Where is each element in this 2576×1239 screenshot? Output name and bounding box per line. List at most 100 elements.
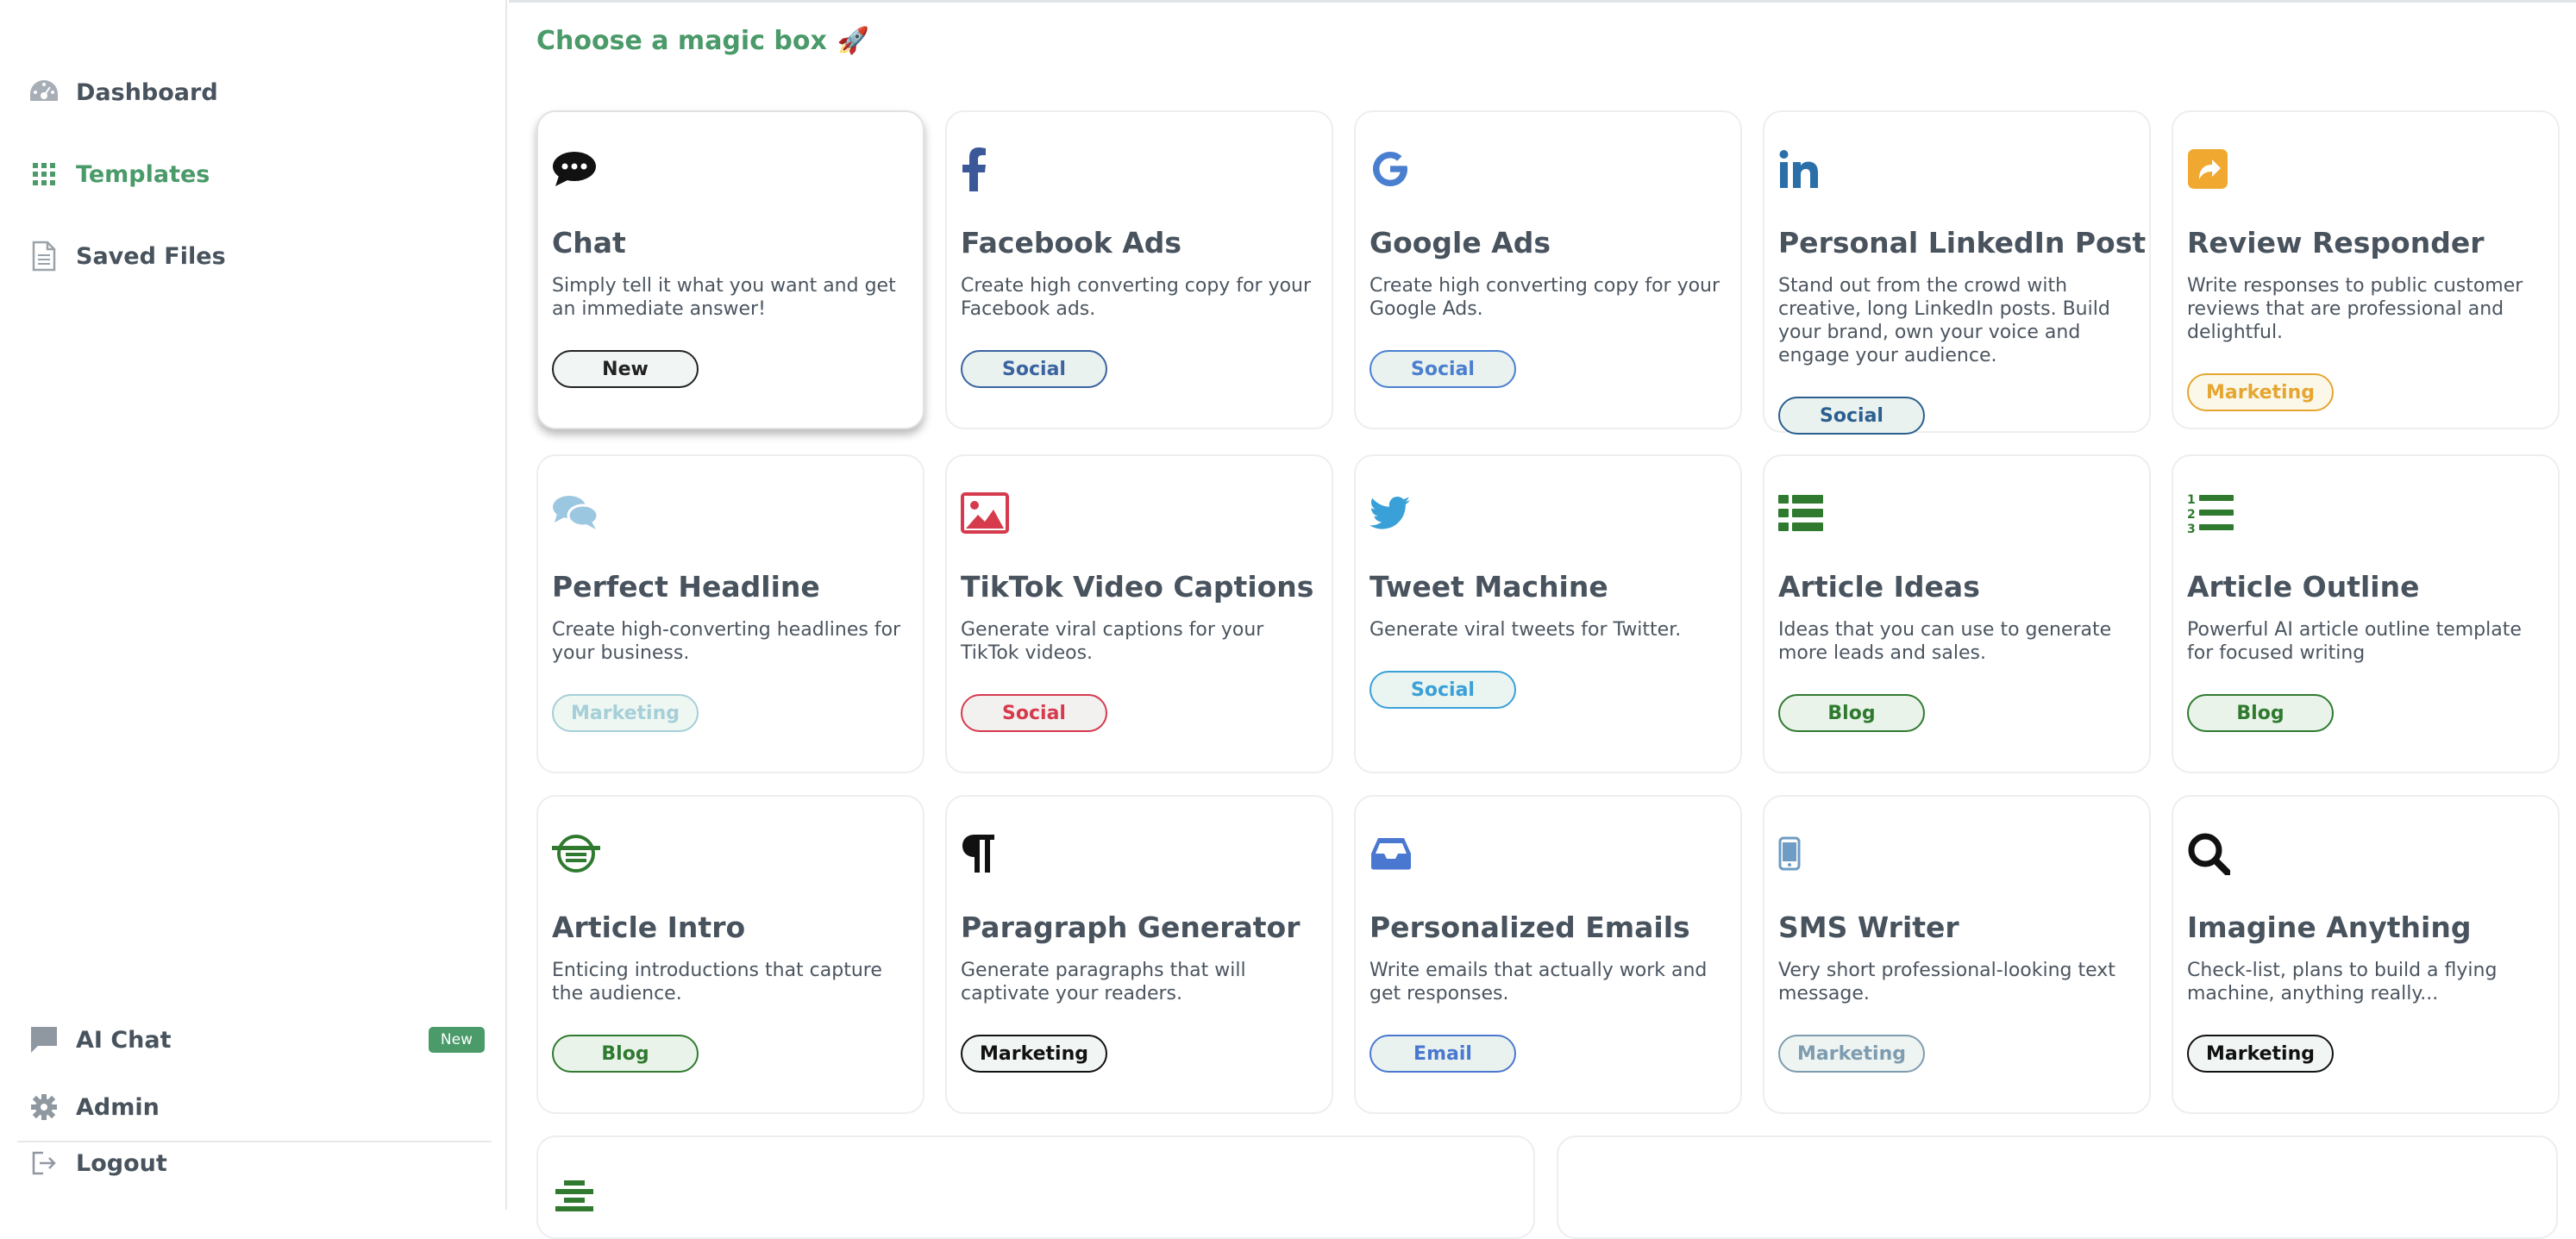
- template-card-tiktok-video-captions[interactable]: TikTok Video Captions Generate viral cap…: [945, 454, 1333, 773]
- svg-text:1: 1: [2187, 493, 2196, 507]
- file-icon: [28, 240, 60, 272]
- card-description: Generate viral captions for your TikTok …: [961, 619, 1264, 664]
- card-title: SMS Writer: [1778, 910, 1959, 944]
- chat-icon: [552, 145, 600, 193]
- comments-icon: [552, 489, 600, 537]
- card-title: Personalized Emails: [1369, 910, 1690, 944]
- sidebar: Dashboard Templates Saved Files AI Chat …: [0, 0, 507, 1210]
- tag-badge: Marketing: [552, 694, 699, 732]
- template-card-chat[interactable]: Chat Simply tell it what you want and ge…: [536, 110, 924, 429]
- card-title: Facebook Ads: [961, 226, 1182, 260]
- template-card-facebook-ads[interactable]: Facebook Ads Create high converting copy…: [945, 110, 1333, 429]
- sidebar-item-label: Saved Files: [76, 242, 226, 270]
- card-description: Create high converting copy for your Fac…: [961, 275, 1312, 320]
- card-title: Article Outline: [2187, 570, 2420, 604]
- share-arrow-icon: [2187, 145, 2235, 193]
- rocket-icon: 🚀: [837, 26, 870, 56]
- new-badge: New: [428, 1027, 485, 1053]
- card-title: Perfect Headline: [552, 570, 820, 604]
- template-card-tweet-machine[interactable]: Tweet Machine Generate viral tweets for …: [1354, 454, 1742, 773]
- template-card-paragraph-generator[interactable]: Paragraph Generator Generate paragraphs …: [945, 795, 1333, 1114]
- tag-badge: Social: [961, 694, 1107, 732]
- sidebar-item-saved-files[interactable]: Saved Files: [28, 240, 226, 272]
- card-title: TikTok Video Captions: [961, 570, 1314, 604]
- sidebar-item-label: Dashboard: [76, 78, 218, 106]
- sidebar-item-label: Templates: [76, 160, 210, 188]
- svg-text:3: 3: [2187, 523, 2196, 535]
- main-content: Choose a magic box 🚀 Chat Simply tell it…: [509, 0, 2576, 1239]
- tag-badge: Blog: [1778, 694, 1925, 732]
- sidebar-item-logout[interactable]: Logout: [28, 1147, 167, 1180]
- sidebar-item-templates[interactable]: Templates: [28, 158, 210, 191]
- facebook-icon: [961, 145, 1009, 193]
- grid-icon: [28, 158, 60, 191]
- sidebar-item-admin[interactable]: Admin: [28, 1091, 160, 1123]
- sidebar-item-label: AI Chat: [76, 1026, 172, 1054]
- sidebar-divider: [17, 1141, 492, 1142]
- card-description: Create high converting copy for your Goo…: [1369, 275, 1720, 320]
- template-card-article-intro[interactable]: Article Intro Enticing introductions tha…: [536, 795, 924, 1114]
- card-description: Very short professional-looking text mes…: [1778, 960, 2115, 1004]
- gear-icon: [28, 1091, 60, 1123]
- list-icon: [1778, 489, 1827, 537]
- sidebar-item-label: Logout: [76, 1149, 167, 1177]
- template-card-imagine-anything[interactable]: Imagine Anything Check-list, plans to bu…: [2172, 795, 2560, 1114]
- card-title: Imagine Anything: [2187, 910, 2472, 944]
- card-description: Generate viral tweets for Twitter.: [1369, 619, 1682, 641]
- card-description: Check-list, plans to build a flying mach…: [2187, 960, 2498, 1004]
- template-card-review-responder[interactable]: Review Responder Write responses to publ…: [2172, 110, 2560, 429]
- card-title: Google Ads: [1369, 226, 1551, 260]
- template-card-article-ideas[interactable]: Article Ideas Ideas that you can use to …: [1763, 454, 2151, 773]
- card-description: Enticing introductions that capture the …: [552, 960, 882, 1004]
- tag-badge: Marketing: [2187, 373, 2334, 411]
- sidebar-item-dashboard[interactable]: Dashboard: [28, 76, 218, 109]
- card-title: Article Ideas: [1778, 570, 1980, 604]
- card-description: Generate paragraphs that will captivate …: [961, 960, 1246, 1004]
- tag-badge: Marketing: [2187, 1035, 2334, 1073]
- card-title: Article Intro: [552, 910, 746, 944]
- template-card-personal-linkedin-post[interactable]: Personal LinkedIn Post Stand out from th…: [1763, 110, 2151, 435]
- card-description: Ideas that you can use to generate more …: [1778, 619, 2112, 664]
- tag-badge: Blog: [552, 1035, 699, 1073]
- sidebar-item-label: Admin: [76, 1093, 160, 1121]
- card-title: Personal LinkedIn Post: [1778, 226, 2147, 260]
- card-description: Create high-converting headlines for you…: [552, 619, 901, 664]
- tag-badge: New: [552, 350, 699, 388]
- card-title: Review Responder: [2187, 226, 2485, 260]
- top-border: [509, 0, 2576, 3]
- sidebar-item-ai-chat[interactable]: AI Chat New: [28, 1023, 485, 1056]
- inbox-icon: [1369, 829, 1418, 878]
- template-card-article-outline[interactable]: 123 Article Outline Powerful AI article …: [2172, 454, 2560, 773]
- template-card-partial[interactable]: [536, 1136, 1535, 1239]
- template-card-sms-writer[interactable]: SMS Writer Very short professional-looki…: [1763, 795, 2151, 1114]
- card-title: Paragraph Generator: [961, 910, 1301, 944]
- circle-text-icon: [552, 829, 600, 878]
- template-card-partial[interactable]: [1557, 1136, 2558, 1239]
- tag-badge: Blog: [2187, 694, 2334, 732]
- card-title: Tweet Machine: [1369, 570, 1608, 604]
- dashboard-icon: [28, 76, 60, 109]
- tag-badge: Social: [1369, 671, 1516, 709]
- card-title: Chat: [552, 226, 626, 260]
- google-icon: [1369, 145, 1418, 193]
- card-description: Stand out from the crowd with creative, …: [1778, 275, 2110, 366]
- card-description: Powerful AI article outline template for…: [2187, 619, 2522, 664]
- mobile-icon: [1778, 829, 1827, 878]
- image-icon: [961, 489, 1009, 537]
- card-description: Write emails that actually work and get …: [1369, 960, 1708, 1004]
- numbered-list-icon: 123: [2187, 489, 2235, 537]
- svg-text:2: 2: [2187, 508, 2196, 522]
- template-card-google-ads[interactable]: Google Ads Create high converting copy f…: [1354, 110, 1742, 429]
- template-card-perfect-headline[interactable]: Perfect Headline Create high-converting …: [536, 454, 924, 773]
- tag-badge: Marketing: [961, 1035, 1107, 1073]
- logout-icon: [28, 1147, 60, 1180]
- page-title: Choose a magic box 🚀: [536, 26, 870, 56]
- tag-badge: Email: [1369, 1035, 1516, 1073]
- paragraph-icon: [961, 829, 1009, 878]
- align-center-icon: [552, 1175, 600, 1223]
- card-description: Write responses to public customer revie…: [2187, 275, 2523, 343]
- template-card-personalized-emails[interactable]: Personalized Emails Write emails that ac…: [1354, 795, 1742, 1114]
- twitter-icon: [1369, 489, 1418, 537]
- tag-badge: Social: [1778, 397, 1925, 435]
- card-description: Simply tell it what you want and get an …: [552, 275, 896, 320]
